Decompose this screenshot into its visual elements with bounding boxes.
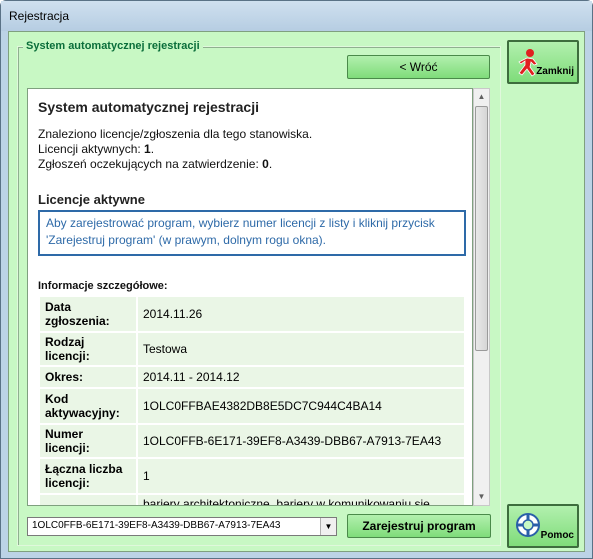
title-bar: Rejestracja	[1, 1, 592, 31]
table-row: Rodzaj licencji: Testowa	[38, 331, 466, 367]
info-heading: System automatycznej rejestracji	[38, 99, 259, 115]
pending-line: Zgłoszeń oczekujących na zatwierdzenie: …	[38, 157, 273, 171]
register-program-button[interactable]: Zarejestruj program	[347, 514, 491, 538]
pending-count: 0	[262, 157, 269, 171]
instruction-notice: Aby zarejestrować program, wybierz numer…	[38, 210, 466, 256]
lifebuoy-icon	[515, 512, 541, 541]
active-licenses-heading: Licencje aktywne	[38, 192, 145, 207]
details-table: Data zgłoszenia: 2014.11.26 Rodzaj licen…	[38, 295, 466, 505]
active-licenses-line: Licencji aktywnych: 1.	[38, 142, 155, 156]
detail-key: Data zgłoszenia:	[38, 295, 138, 333]
chevron-down-icon[interactable]: ▼	[320, 518, 336, 535]
found-text: Znaleziono licencje/zgłoszenia dla tego …	[38, 127, 313, 141]
detail-key: Numer licencji:	[38, 423, 138, 459]
registration-info-panel: System automatycznej rejestracji Znalezi…	[27, 88, 473, 506]
back-button[interactable]: < Wróć	[347, 55, 490, 79]
help-button-label: Pomoc	[540, 530, 574, 541]
close-button[interactable]: Zamknij	[507, 40, 579, 84]
detail-value: 1OLC0FFBAE4382DB8E5DC7C944C4BA14	[136, 387, 466, 425]
detail-key: Moduły:	[38, 493, 138, 505]
table-row: Numer licencji: 1OLC0FFB-6E171-39EF8-A34…	[38, 423, 466, 459]
scrollbar-thumb[interactable]	[475, 106, 488, 351]
scroll-down-arrow-icon[interactable]: ▼	[474, 489, 489, 505]
table-row: Okres: 2014.11 - 2014.12	[38, 365, 466, 389]
license-number-select[interactable]: 1OLC0FFB-6E171-39EF8-A3439-DBB67-A7913-7…	[27, 517, 337, 536]
detail-key: Rodzaj licencji:	[38, 331, 138, 367]
license-summary: Znaleziono licencje/zgłoszenia dla tego …	[38, 127, 312, 172]
detail-value: 2014.11 - 2014.12	[136, 365, 466, 389]
active-count: 1	[144, 142, 151, 156]
vertical-scrollbar[interactable]: ▲ ▼	[473, 88, 490, 506]
help-button[interactable]: Pomoc	[507, 504, 579, 548]
details-label: Informacje szczegółowe:	[38, 280, 168, 292]
table-row: Łączna liczba licencji: 1	[38, 457, 466, 495]
client-area: System automatycznej rejestracji < Wróć …	[8, 31, 585, 552]
window-title: Rejestracja	[9, 9, 70, 23]
detail-value: 1	[136, 457, 466, 495]
detail-value: Testowa	[136, 331, 466, 367]
close-button-label: Zamknij	[536, 66, 574, 77]
table-row: Kod aktywacyjny: 1OLC0FFBAE4382DB8E5DC7C…	[38, 387, 466, 425]
scroll-up-arrow-icon[interactable]: ▲	[474, 89, 489, 105]
group-legend: System automatycznej rejestracji	[23, 40, 203, 52]
table-row: Data zgłoszenia: 2014.11.26	[38, 295, 466, 333]
table-row: Moduły: bariery architektoniczne, barier…	[38, 493, 466, 505]
registration-window: Rejestracja System automatycznej rejestr…	[0, 0, 593, 559]
detail-key: Łączna liczba licencji:	[38, 457, 138, 495]
detail-key: Kod aktywacyjny:	[38, 387, 138, 425]
detail-key: Okres:	[38, 365, 138, 389]
license-select-value: 1OLC0FFB-6E171-39EF8-A3439-DBB67-A7913-7…	[32, 520, 281, 531]
detail-value: 1OLC0FFB-6E171-39EF8-A3439-DBB67-A7913-7…	[136, 423, 466, 459]
detail-value: 2014.11.26	[136, 295, 466, 333]
detail-value: bariery architektoniczne, bariery w komu…	[136, 493, 466, 505]
